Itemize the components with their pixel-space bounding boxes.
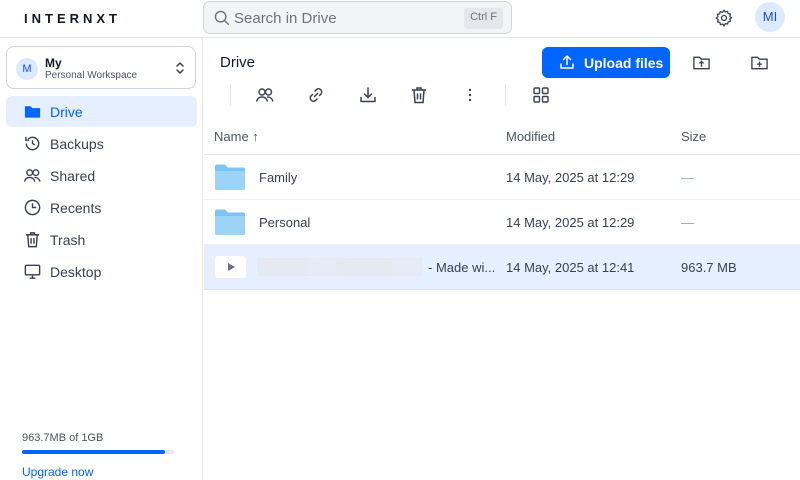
redacted-text xyxy=(257,258,307,276)
sidebar-item-label: Backups xyxy=(50,136,104,152)
users-icon xyxy=(23,169,41,182)
share-users-icon[interactable] xyxy=(255,85,275,105)
upload-icon xyxy=(560,55,574,69)
sidebar-item-backups[interactable]: Backups xyxy=(6,128,197,159)
folder-icon xyxy=(215,164,245,190)
upload-files-label: Upload files xyxy=(584,55,664,71)
gear-icon[interactable] xyxy=(714,8,734,28)
redacted-text xyxy=(392,258,422,276)
workspace-avatar: M xyxy=(16,58,38,80)
sidebar: M My Personal Workspace Drive Backups Sh… xyxy=(0,38,203,480)
sidebar-item-label: Shared xyxy=(50,168,96,184)
file-name[interactable]: Personal xyxy=(259,215,310,230)
table-row[interactable]: Family 14 May, 2025 at 12:29 — xyxy=(204,155,800,200)
grid-view-icon[interactable] xyxy=(531,85,551,105)
storage-progress-fill xyxy=(22,450,165,454)
desktop-icon xyxy=(24,264,41,279)
column-header-modified[interactable]: Modified xyxy=(506,129,555,144)
chevron-up-down-icon xyxy=(176,62,184,74)
file-size: 963.7 MB xyxy=(681,260,737,275)
file-modified: 14 May, 2025 at 12:41 xyxy=(506,260,635,275)
link-icon[interactable] xyxy=(306,85,326,105)
file-size: — xyxy=(681,215,694,230)
sidebar-item-label: Trash xyxy=(50,232,86,248)
internxt-logo[interactable]: INTERNXT xyxy=(24,11,121,26)
workspace-name: My xyxy=(45,56,62,70)
toolbar-divider xyxy=(230,84,231,106)
main-content: Drive Upload files Name ↑ Modified Size … xyxy=(204,38,800,480)
sidebar-item-label: Recents xyxy=(50,200,102,216)
trash-icon[interactable] xyxy=(409,85,429,105)
toolbar-divider xyxy=(505,84,506,106)
user-avatar[interactable]: MI xyxy=(755,2,785,32)
play-icon xyxy=(228,263,235,271)
search-icon xyxy=(214,10,230,26)
column-header-name[interactable]: Name ↑ xyxy=(214,129,259,144)
sidebar-item-recents[interactable]: Recents xyxy=(6,192,197,223)
page-title: Drive xyxy=(220,54,256,71)
top-bar: INTERNXT Search in Drive Ctrl F MI xyxy=(0,0,800,38)
table-row[interactable]: - Made wi... 14 May, 2025 at 12:41 963.7… xyxy=(204,245,800,290)
storage-usage-text: 963.7MB of 1GB xyxy=(22,432,104,444)
file-modified: 14 May, 2025 at 12:29 xyxy=(506,215,635,230)
folder-icon xyxy=(24,106,41,118)
download-icon[interactable] xyxy=(358,85,378,105)
upload-files-button[interactable]: Upload files xyxy=(542,47,670,78)
storage-progress-bar xyxy=(22,450,174,454)
folder-icon xyxy=(215,209,245,235)
table-row[interactable]: Personal 14 May, 2025 at 12:29 — xyxy=(204,200,800,245)
file-modified: 14 May, 2025 at 12:29 xyxy=(506,170,635,185)
sidebar-item-label: Drive xyxy=(50,104,83,120)
file-name[interactable]: Family xyxy=(259,170,297,185)
new-folder-icon[interactable] xyxy=(750,53,769,72)
file-name[interactable]: - Made wi... xyxy=(428,260,495,275)
history-icon xyxy=(25,136,40,151)
sort-ascending-icon: ↑ xyxy=(252,129,259,144)
redacted-text xyxy=(337,258,392,276)
column-header-size[interactable]: Size xyxy=(681,129,706,144)
clock-icon xyxy=(24,199,41,216)
trash-icon xyxy=(25,232,40,248)
sidebar-item-shared[interactable]: Shared xyxy=(6,160,197,191)
search-input[interactable]: Search in Drive Ctrl F xyxy=(203,1,512,34)
upload-folder-icon[interactable] xyxy=(692,53,711,72)
file-size: — xyxy=(681,170,694,185)
sidebar-item-label: Desktop xyxy=(50,264,102,280)
upgrade-link[interactable]: Upgrade now xyxy=(22,465,93,479)
more-options-icon[interactable] xyxy=(460,85,480,105)
redacted-text xyxy=(307,258,337,276)
sidebar-item-trash[interactable]: Trash xyxy=(6,224,197,255)
video-thumbnail xyxy=(215,256,246,278)
column-header-name-label: Name xyxy=(214,129,249,144)
search-shortcut-badge: Ctrl F xyxy=(464,8,503,29)
sidebar-item-desktop[interactable]: Desktop xyxy=(6,256,197,287)
search-placeholder: Search in Drive xyxy=(234,10,337,27)
sidebar-item-drive[interactable]: Drive xyxy=(6,96,197,127)
workspace-selector[interactable]: M My Personal Workspace xyxy=(6,46,196,89)
workspace-subtitle: Personal Workspace xyxy=(45,70,138,81)
